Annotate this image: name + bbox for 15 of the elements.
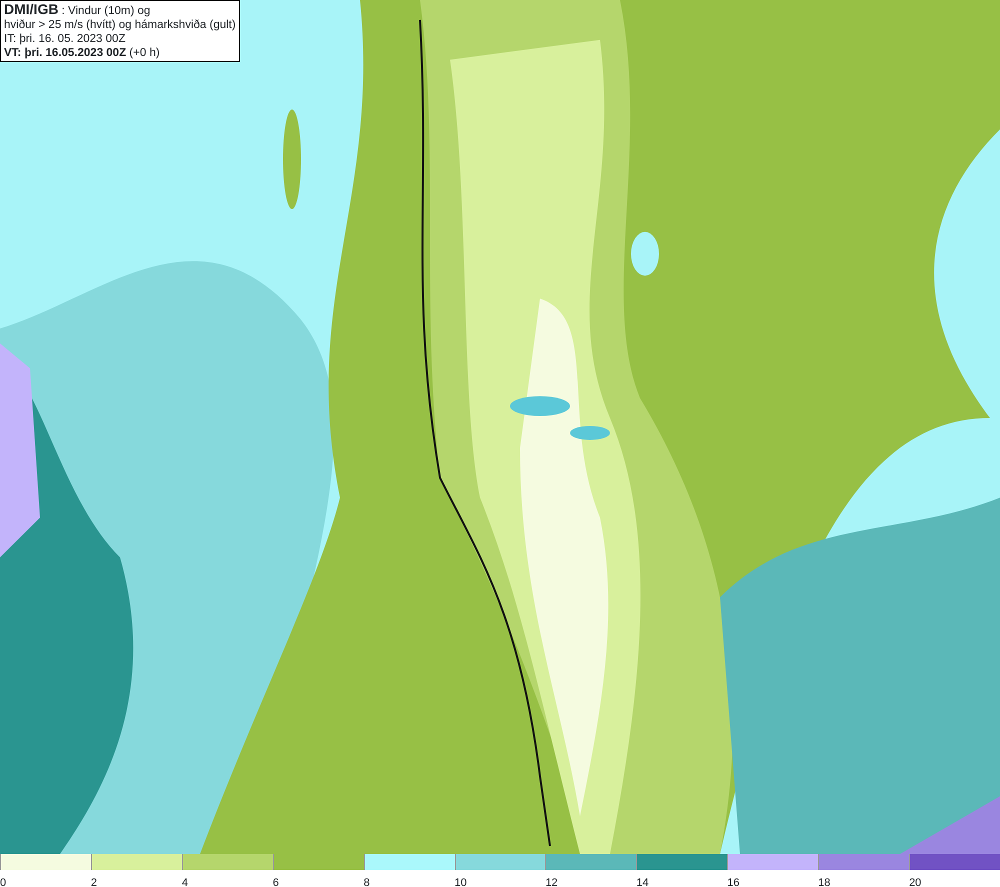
legend-label: 10 bbox=[454, 877, 467, 887]
legend-label: 18 bbox=[818, 877, 830, 887]
legend-label: 2 bbox=[90, 877, 98, 887]
title-line: IT: þri. 16. 05. 2023 00Z bbox=[4, 32, 126, 46]
legend-label: 20 bbox=[909, 877, 922, 887]
title-line: VT: þri. 16.05.2023 00Z (+0 h) bbox=[4, 46, 161, 60]
title-line: DMI/IGB : Vindur (10m) og bbox=[4, 2, 152, 18]
legend-label: 4 bbox=[182, 877, 188, 887]
legend-label: 14 bbox=[636, 877, 649, 887]
legend-label: 8 bbox=[364, 877, 370, 887]
legend-label: 16 bbox=[727, 877, 740, 887]
legend-label: 6 bbox=[272, 877, 279, 887]
legend-label: 0 bbox=[0, 877, 6, 887]
title-line: hviður > 25 m/s (hvítt) og hámarkshviða (gult) bbox=[4, 18, 236, 32]
legend-label: 12 bbox=[545, 877, 558, 887]
